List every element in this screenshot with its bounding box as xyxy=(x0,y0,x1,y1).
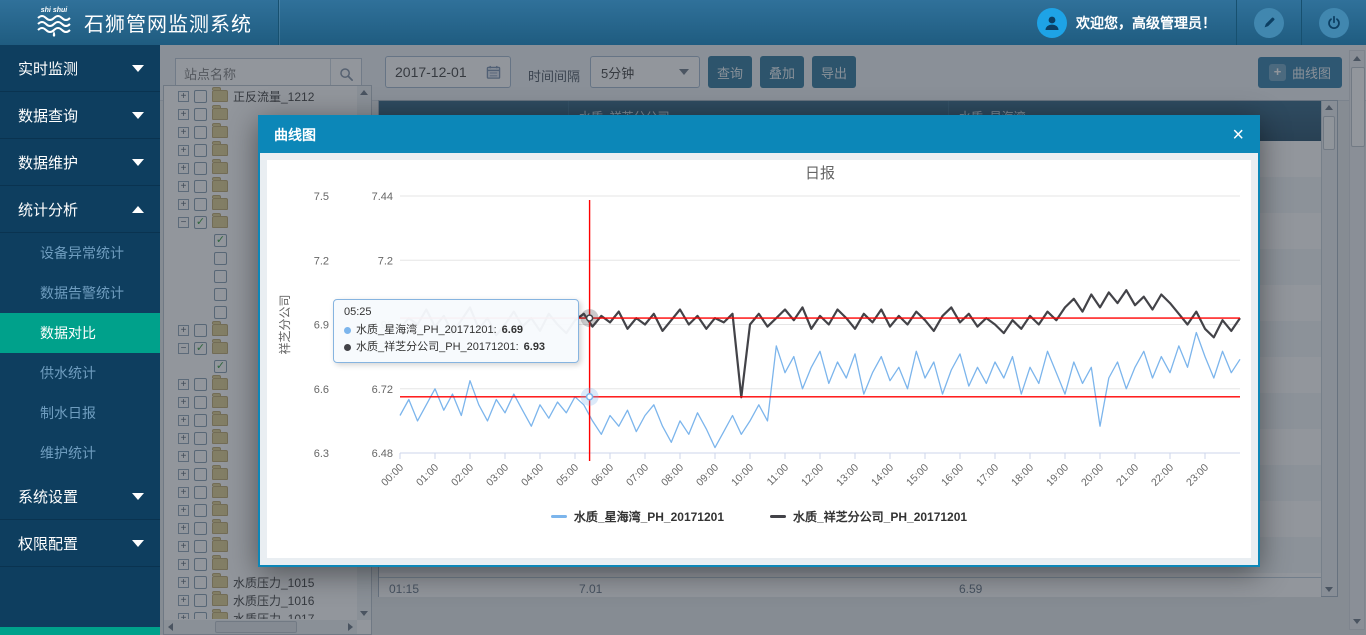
svg-text:09:00: 09:00 xyxy=(694,462,721,489)
svg-text:6.9: 6.9 xyxy=(314,320,329,332)
svg-text:05:00: 05:00 xyxy=(554,462,581,489)
svg-text:22:00: 22:00 xyxy=(1149,462,1176,489)
header-divider xyxy=(278,0,279,45)
svg-text:06:00: 06:00 xyxy=(589,462,616,489)
sidebar-item-data-query[interactable]: 数据查询 xyxy=(0,92,160,139)
sidebar-accent-strip xyxy=(0,627,160,635)
svg-text:7.2: 7.2 xyxy=(314,255,329,267)
svg-text:7.44: 7.44 xyxy=(372,191,393,203)
svg-text:17:00: 17:00 xyxy=(974,462,1001,489)
svg-text:16:00: 16:00 xyxy=(939,462,966,489)
sidebar-item-data-maintain[interactable]: 数据维护 xyxy=(0,139,160,186)
modal-body: 7.57.26.96.66.37.447.26.966.726.48祥芝分公司日… xyxy=(260,153,1258,565)
svg-text:19:00: 19:00 xyxy=(1044,462,1071,489)
sidebar: 实时监测 数据查询 数据维护 统计分析 设备异常统计 数据告警统计 数据对比 供… xyxy=(0,45,160,635)
edit-button[interactable] xyxy=(1236,0,1301,45)
pencil-icon xyxy=(1261,15,1277,31)
logo-caption: shi shui xyxy=(41,7,67,14)
sidebar-subitem-data-alarm[interactable]: 数据告警统计 xyxy=(0,273,160,313)
app-header: shi shui 石狮管网监测系统 欢迎您，高级管理员！ xyxy=(0,0,1366,45)
series-dot-icon xyxy=(344,327,351,334)
sidebar-item-label: 系统设置 xyxy=(18,486,78,507)
svg-text:11:00: 11:00 xyxy=(765,462,792,489)
modal-title: 曲线图 xyxy=(274,125,316,145)
chart-tooltip: 05:25 水质_星海湾_PH_20171201 6.69 水质_祥芝分公司_P… xyxy=(333,299,579,363)
legend-item-xiangzhi[interactable]: 水质_祥芝分公司_PH_20171201 xyxy=(770,508,967,525)
waves-logo-icon xyxy=(36,14,72,38)
sidebar-item-label: 统计分析 xyxy=(18,199,78,220)
chevron-down-icon xyxy=(132,493,144,500)
sidebar-item-label: 数据维护 xyxy=(18,152,78,173)
svg-text:07:00: 07:00 xyxy=(624,462,651,489)
sidebar-item-statistics[interactable]: 统计分析 xyxy=(0,186,160,233)
svg-text:6.48: 6.48 xyxy=(372,448,393,460)
tooltip-row: 水质_星海湾_PH_20171201 6.69 xyxy=(344,322,568,339)
sidebar-item-realtime[interactable]: 实时监测 xyxy=(0,45,160,92)
svg-text:6.6: 6.6 xyxy=(314,384,329,396)
svg-text:01:00: 01:00 xyxy=(414,462,441,489)
svg-text:00:00: 00:00 xyxy=(379,462,406,489)
svg-text:7.2: 7.2 xyxy=(378,255,393,267)
sidebar-subitem-data-compare[interactable]: 数据对比 xyxy=(0,313,160,353)
svg-text:23:00: 23:00 xyxy=(1184,462,1211,489)
series-line-icon xyxy=(551,515,567,518)
svg-text:04:00: 04:00 xyxy=(519,462,546,489)
chart-panel: 7.57.26.96.66.37.447.26.966.726.48祥芝分公司日… xyxy=(267,160,1251,558)
svg-text:12:00: 12:00 xyxy=(799,462,826,489)
svg-text:6.3: 6.3 xyxy=(314,448,329,460)
svg-text:02:00: 02:00 xyxy=(449,462,476,489)
welcome-text: 欢迎您，高级管理员！ xyxy=(1076,13,1216,33)
series-line-icon xyxy=(770,515,786,518)
svg-text:6.72: 6.72 xyxy=(372,384,393,396)
sidebar-item-label: 实时监测 xyxy=(18,58,78,79)
tooltip-row: 水质_祥芝分公司_PH_20171201 6.93 xyxy=(344,339,568,356)
svg-text:10:00: 10:00 xyxy=(729,462,756,489)
svg-text:祥芝分公司: 祥芝分公司 xyxy=(277,294,292,354)
power-icon xyxy=(1326,15,1342,31)
app-logo: shi shui xyxy=(36,7,72,38)
svg-text:08:00: 08:00 xyxy=(659,462,686,489)
chevron-down-icon xyxy=(132,540,144,547)
legend-item-xinghaiwan[interactable]: 水质_星海湾_PH_20171201 xyxy=(551,508,724,525)
svg-text:日报: 日报 xyxy=(805,165,835,182)
series-dot-icon xyxy=(344,344,351,351)
svg-text:7.5: 7.5 xyxy=(314,191,329,203)
svg-text:15:00: 15:00 xyxy=(904,462,931,489)
svg-text:21:00: 21:00 xyxy=(1114,462,1141,489)
chevron-up-icon xyxy=(132,206,144,213)
tooltip-time: 05:25 xyxy=(344,306,568,318)
sidebar-item-label: 数据查询 xyxy=(18,105,78,126)
sidebar-item-system-settings[interactable]: 系统设置 xyxy=(0,473,160,520)
user-info: 欢迎您，高级管理员！ xyxy=(1017,8,1236,38)
chevron-down-icon xyxy=(132,112,144,119)
sidebar-subitem-water-daily[interactable]: 制水日报 xyxy=(0,393,160,433)
statistics-submenu: 设备异常统计 数据告警统计 数据对比 供水统计 制水日报 维护统计 xyxy=(0,233,160,473)
sidebar-item-permission[interactable]: 权限配置 xyxy=(0,520,160,567)
logout-button[interactable] xyxy=(1301,0,1366,45)
svg-text:13:00: 13:00 xyxy=(834,462,861,489)
svg-text:03:00: 03:00 xyxy=(484,462,511,489)
sidebar-subitem-device-abnormal[interactable]: 设备异常统计 xyxy=(0,233,160,273)
sidebar-subitem-maintain-stats[interactable]: 维护统计 xyxy=(0,433,160,473)
sidebar-subitem-water-supply[interactable]: 供水统计 xyxy=(0,353,160,393)
chart-legend: 水质_星海湾_PH_20171201 水质_祥芝分公司_PH_20171201 xyxy=(267,508,1251,525)
user-icon xyxy=(1043,14,1061,32)
avatar xyxy=(1037,8,1067,38)
sidebar-item-label: 权限配置 xyxy=(18,533,78,554)
chevron-down-icon xyxy=(132,159,144,166)
close-icon[interactable]: × xyxy=(1232,125,1244,145)
svg-text:18:00: 18:00 xyxy=(1009,462,1036,489)
modal-header: 曲线图 × xyxy=(260,117,1258,153)
svg-text:20:00: 20:00 xyxy=(1079,462,1106,489)
chevron-down-icon xyxy=(132,65,144,72)
app-title: 石狮管网监测系统 xyxy=(84,8,252,37)
svg-text:14:00: 14:00 xyxy=(869,462,896,489)
curve-chart-modal: 曲线图 × 7.57.26.96.66.37.447.26.966.726.48… xyxy=(258,115,1260,567)
